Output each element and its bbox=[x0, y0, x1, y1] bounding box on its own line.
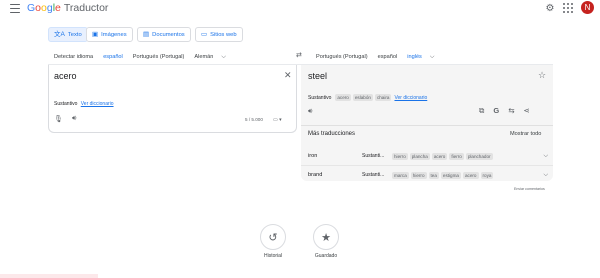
translation-pos: Sustanti... bbox=[362, 153, 385, 159]
translation-panel bbox=[301, 65, 553, 181]
history-icon: ↺ bbox=[268, 231, 278, 244]
tab-websites-label: Sitios web bbox=[210, 31, 237, 38]
clear-text-close-icon[interactable]: ✕ bbox=[284, 71, 292, 80]
back-translation-chip[interactable]: acero bbox=[431, 152, 448, 160]
main-menu-icon[interactable] bbox=[10, 4, 20, 13]
target-lang-spanish[interactable]: español bbox=[373, 50, 403, 64]
microphone-icon[interactable]: 🎙︎ bbox=[54, 115, 63, 123]
back-translation-chip[interactable]: planchador bbox=[465, 152, 493, 160]
source-lang-spanish[interactable]: español bbox=[98, 50, 128, 65]
tab-documents-label: Documentos bbox=[152, 31, 185, 38]
back-translation-chip[interactable]: roya bbox=[480, 171, 494, 179]
saved-button[interactable]: ★ bbox=[313, 224, 339, 250]
swap-languages-icon[interactable]: ⇄ bbox=[296, 51, 302, 59]
source-text-input[interactable]: acero bbox=[54, 71, 77, 81]
back-translation-chips: marca hierro tea estigma acero roya bbox=[392, 171, 543, 179]
target-lang-portuguese[interactable]: Portugués (Portugal) bbox=[311, 50, 373, 64]
target-dictionary-link[interactable]: Ver diccionario bbox=[394, 95, 427, 101]
synonym-chip[interactable]: chaira bbox=[374, 94, 392, 101]
send-feedback-link[interactable]: Enviar comentarios bbox=[514, 187, 545, 191]
divider bbox=[301, 125, 553, 126]
tab-images[interactable]: ▣ Imágenes bbox=[86, 27, 133, 42]
target-lang-more-chevron-icon[interactable]: ⌵ bbox=[427, 54, 435, 61]
settings-gear-icon[interactable]: ⚙ bbox=[544, 3, 556, 15]
translate-text-icon: 文A bbox=[54, 30, 65, 38]
apps-grid-icon[interactable] bbox=[563, 3, 573, 13]
tab-websites[interactable]: ▭ Sitios web bbox=[195, 27, 243, 42]
synonym-chip[interactable]: eslabón bbox=[352, 94, 373, 101]
tab-images-label: Imágenes bbox=[101, 31, 127, 38]
back-translation-chip[interactable]: hierro bbox=[392, 152, 408, 160]
account-avatar[interactable]: N bbox=[581, 1, 594, 14]
save-translation-star-icon[interactable]: ☆ bbox=[538, 70, 546, 81]
character-count: 5 / 5.000 bbox=[245, 117, 263, 122]
target-language-bar: Portugués (Portugal) español inglés ⌵ bbox=[311, 50, 435, 65]
back-translation-chip[interactable]: acero bbox=[463, 171, 479, 179]
source-dictionary-link[interactable]: Ver diccionario bbox=[81, 101, 114, 107]
back-translation-chip[interactable]: fierro bbox=[449, 152, 464, 160]
source-panel bbox=[48, 65, 297, 133]
logo-letter: G bbox=[27, 2, 36, 14]
synonym-chip[interactable]: acero bbox=[335, 94, 351, 101]
back-translation-chip[interactable]: tea bbox=[428, 171, 439, 179]
target-part-of-speech: Sustantivo bbox=[308, 94, 332, 101]
show-all-button[interactable]: Mostrar todo bbox=[510, 131, 541, 137]
source-lang-detect[interactable]: Detectar idioma bbox=[49, 50, 98, 64]
translation-pos: Sustanti... bbox=[362, 172, 385, 178]
saved-label: Guardado bbox=[314, 253, 338, 259]
star-icon: ★ bbox=[321, 231, 331, 244]
target-definition: Sustantivo acero eslabón chaira Ver dicc… bbox=[308, 94, 427, 101]
product-name: Traductor bbox=[63, 2, 109, 14]
share-icon[interactable]: ⋖ bbox=[524, 106, 530, 116]
keyboard-icon[interactable]: ▭ ▾ bbox=[273, 117, 282, 123]
target-listen-speaker-icon[interactable]: 🔊︎ bbox=[308, 108, 312, 116]
rate-translation-icon[interactable]: ⇆ bbox=[508, 106, 514, 116]
history-label: Historial bbox=[263, 253, 283, 259]
translation-toolbar: ⧉ G ⇆ ⋖ bbox=[479, 106, 530, 116]
source-part-of-speech: Sustantivo bbox=[54, 101, 78, 107]
target-lang-english[interactable]: inglés bbox=[402, 50, 427, 65]
google-g-icon[interactable]: G bbox=[493, 106, 499, 116]
google-translate-logo[interactable]: Google Traductor bbox=[27, 2, 108, 15]
translation-word: brand bbox=[308, 172, 323, 178]
back-translation-chip[interactable]: plancha bbox=[409, 152, 430, 160]
translation-row[interactable]: iron Sustanti... hierro plancha acero fi… bbox=[308, 150, 548, 162]
copy-icon[interactable]: ⧉ bbox=[479, 106, 484, 116]
more-translations-title: Más traducciones bbox=[308, 131, 356, 137]
source-lang-portuguese[interactable]: Portugués (Portugal) bbox=[128, 50, 190, 64]
translation-row[interactable]: brand Sustanti... marca hierro tea estig… bbox=[308, 169, 548, 181]
translation-output: steel bbox=[308, 71, 328, 81]
website-icon: ▭ bbox=[201, 30, 208, 38]
source-listen-speaker-icon[interactable]: 🔊︎ bbox=[72, 115, 76, 123]
history-button[interactable]: ↺ bbox=[260, 224, 286, 250]
chevron-down-icon[interactable]: ⌵ bbox=[543, 153, 548, 160]
divider bbox=[301, 165, 553, 166]
status-strip bbox=[0, 274, 98, 278]
source-lang-more-chevron-icon[interactable]: ⌵ bbox=[218, 54, 226, 61]
source-language-bar: Detectar idioma español Portugués (Portu… bbox=[49, 50, 226, 65]
document-icon: ▤ bbox=[143, 30, 150, 38]
translation-word: iron bbox=[308, 153, 318, 159]
tab-text[interactable]: 文A Texto bbox=[48, 27, 88, 42]
source-lang-german[interactable]: Alemán bbox=[189, 50, 218, 64]
google-wordmark: Google bbox=[27, 2, 61, 14]
tab-text-label: Texto bbox=[67, 31, 82, 38]
logo-letter: e bbox=[55, 2, 61, 14]
source-definition: Sustantivo Ver diccionario bbox=[54, 101, 114, 107]
back-translation-chip[interactable]: hierro bbox=[410, 171, 427, 179]
tab-documents[interactable]: ▤ Documentos bbox=[137, 27, 191, 42]
chevron-down-icon[interactable]: ⌵ bbox=[543, 172, 548, 179]
back-translation-chip[interactable]: marca bbox=[392, 171, 409, 179]
image-icon: ▣ bbox=[92, 30, 99, 38]
back-translation-chips: hierro plancha acero fierro planchador bbox=[392, 152, 543, 160]
back-translation-chip[interactable]: estigma bbox=[440, 171, 461, 179]
